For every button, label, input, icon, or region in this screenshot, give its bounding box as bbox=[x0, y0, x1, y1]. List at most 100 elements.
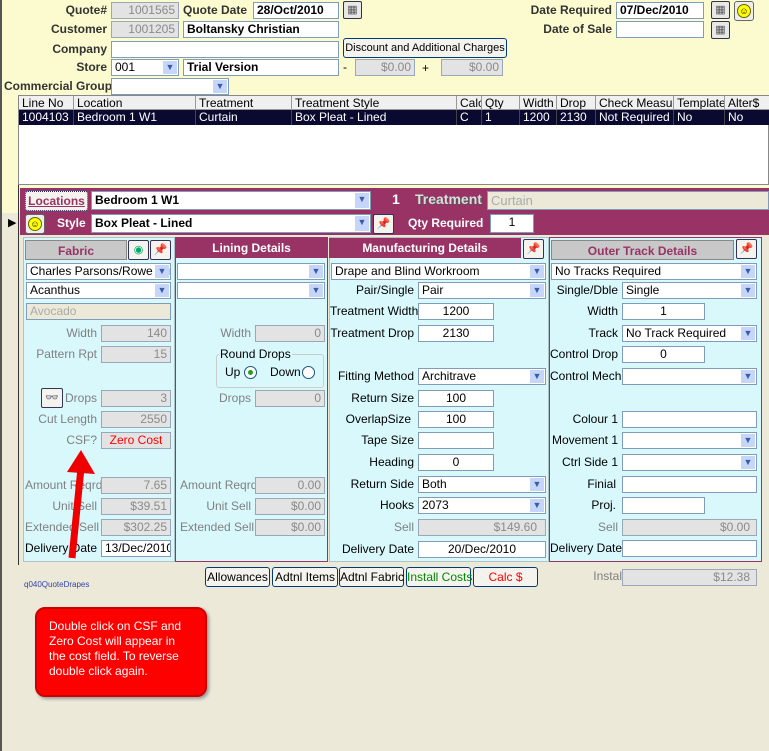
chevron-down-icon[interactable]: ▼ bbox=[355, 193, 369, 208]
table-cell[interactable]: 1200 bbox=[520, 110, 557, 125]
fabric-range-select[interactable]: Acanthus ▼ bbox=[26, 282, 171, 299]
tape-size-field[interactable] bbox=[418, 432, 494, 449]
chevron-down-icon[interactable]: ▼ bbox=[309, 265, 323, 278]
calendar-icon[interactable]: ▦ bbox=[343, 1, 362, 19]
chevron-down-icon[interactable]: ▼ bbox=[163, 61, 177, 74]
tracks-select[interactable]: No Tracks Required ▼ bbox=[551, 263, 757, 280]
install-costs-button[interactable]: Install Costs bbox=[406, 567, 472, 587]
chevron-down-icon[interactable]: ▼ bbox=[741, 327, 755, 340]
chevron-down-icon[interactable]: ▼ bbox=[530, 370, 544, 383]
chevron-down-icon[interactable]: ▼ bbox=[155, 265, 169, 278]
date-required-field[interactable]: 07/Dec/2010 bbox=[616, 2, 704, 19]
workroom-select[interactable]: Drape and Blind Workroom ▼ bbox=[331, 263, 546, 280]
col-header[interactable]: Line No bbox=[19, 96, 74, 110]
col-header[interactable]: Width bbox=[520, 96, 557, 110]
locations-button[interactable]: Locations bbox=[25, 191, 88, 211]
customer-name-field[interactable]: Boltansky Christian bbox=[183, 21, 339, 38]
col-header[interactable]: Template bbox=[674, 96, 725, 110]
calendar-icon[interactable]: ▦ bbox=[711, 21, 730, 39]
fabric-header-button[interactable]: Fabric bbox=[25, 240, 127, 260]
chevron-down-icon[interactable]: ▼ bbox=[741, 370, 755, 383]
ctrl-side-select[interactable]: ▼ bbox=[622, 454, 757, 471]
track-delivery-date-field[interactable] bbox=[622, 540, 757, 557]
chevron-down-icon[interactable]: ▼ bbox=[741, 284, 755, 297]
single-double-select[interactable]: Single ▼ bbox=[622, 282, 757, 299]
pin-icon[interactable]: 📌 bbox=[150, 240, 171, 260]
location-select[interactable]: Bedroom 1 W1 ▼ bbox=[91, 191, 371, 210]
fabric-delivery-date-field[interactable]: 13/Dec/2010 bbox=[101, 540, 171, 557]
store-select[interactable]: 001 ▼ bbox=[111, 59, 179, 76]
allowances-button[interactable]: Allowances bbox=[205, 567, 270, 587]
table-cell[interactable]: C bbox=[457, 110, 482, 125]
col-header[interactable]: Qty bbox=[482, 96, 520, 110]
control-mech-select[interactable]: ▼ bbox=[622, 368, 757, 385]
return-size-field[interactable]: 100 bbox=[418, 390, 494, 407]
col-header[interactable]: Check Measure bbox=[596, 96, 674, 110]
chevron-down-icon[interactable]: ▼ bbox=[530, 284, 544, 297]
table-cell[interactable]: 1004103 bbox=[19, 110, 74, 125]
globe-icon[interactable]: ◉ bbox=[128, 240, 149, 260]
chevron-down-icon[interactable]: ▼ bbox=[530, 478, 544, 491]
chevron-down-icon[interactable]: ▼ bbox=[741, 265, 755, 278]
manufacturing-delivery-date-field[interactable]: 20/Dec/2010 bbox=[418, 541, 546, 558]
fabric-supplier-select[interactable]: Charles Parsons/Rowe Au: ▼ bbox=[26, 263, 171, 280]
lines-grid[interactable]: Line No Location Treatment Treatment Sty… bbox=[18, 95, 769, 185]
movement-select[interactable]: ▼ bbox=[622, 432, 757, 449]
table-cell[interactable]: Box Pleat - Lined bbox=[292, 110, 457, 125]
lining-range-select[interactable]: ▼ bbox=[177, 282, 325, 299]
outer-track-header-button[interactable]: Outer Track Details bbox=[551, 240, 734, 260]
store-name-field[interactable]: Trial Version bbox=[183, 59, 339, 76]
chevron-down-icon[interactable]: ▼ bbox=[355, 216, 369, 231]
smiley-icon[interactable]: ☺ bbox=[25, 214, 45, 234]
fitting-method-select[interactable]: Architrave ▼ bbox=[418, 368, 546, 385]
chevron-down-icon[interactable]: ▼ bbox=[309, 284, 323, 297]
col-header[interactable]: Calc bbox=[457, 96, 482, 110]
proj-field[interactable] bbox=[622, 497, 705, 514]
pin-icon[interactable]: 📌 bbox=[736, 239, 757, 259]
pair-select[interactable]: Pair ▼ bbox=[418, 282, 546, 299]
round-up-radio[interactable] bbox=[244, 366, 257, 379]
table-cell[interactable]: Curtain bbox=[196, 110, 292, 125]
csf-field[interactable]: Zero Cost bbox=[101, 432, 171, 449]
chevron-down-icon[interactable]: ▼ bbox=[530, 499, 544, 512]
overlap-size-field[interactable]: 100 bbox=[418, 411, 494, 428]
chevron-down-icon[interactable]: ▼ bbox=[155, 284, 169, 297]
lining-supplier-select[interactable]: ▼ bbox=[177, 263, 325, 280]
calendar-icon[interactable]: ▦ bbox=[711, 1, 730, 19]
commercial-group-select[interactable]: ▼ bbox=[111, 78, 229, 95]
chevron-down-icon[interactable]: ▼ bbox=[530, 265, 544, 278]
chevron-down-icon[interactable]: ▼ bbox=[741, 456, 755, 469]
chevron-down-icon[interactable]: ▼ bbox=[213, 80, 227, 93]
track-width-field[interactable]: 1 bbox=[622, 303, 705, 320]
discount-charges-button[interactable]: Discount and Additional Charges bbox=[343, 38, 507, 58]
table-cell[interactable]: 1 bbox=[482, 110, 520, 125]
chevron-down-icon[interactable]: ▼ bbox=[741, 434, 755, 447]
track-select[interactable]: No Track Required ▼ bbox=[622, 325, 757, 342]
col-header[interactable]: Alter$ bbox=[725, 96, 769, 110]
treatment-width-field[interactable]: 1200 bbox=[418, 303, 494, 320]
table-cell[interactable]: No bbox=[725, 110, 769, 125]
table-cell[interactable]: No bbox=[674, 110, 725, 125]
date-of-sale-field[interactable] bbox=[616, 21, 704, 38]
smiley-icon[interactable]: ☺ bbox=[734, 1, 754, 21]
hooks-select[interactable]: 2073 ▼ bbox=[418, 497, 546, 514]
qty-field[interactable]: 1 bbox=[490, 214, 534, 233]
heading-field[interactable]: 0 bbox=[418, 454, 494, 471]
style-select[interactable]: Box Pleat - Lined ▼ bbox=[91, 214, 371, 233]
additional-items-button[interactable]: Adtnl Items bbox=[272, 567, 338, 587]
pin-icon[interactable]: 📌 bbox=[523, 239, 544, 259]
calc-button[interactable]: Calc $ bbox=[473, 567, 538, 587]
table-cell[interactable]: Bedroom 1 W1 bbox=[74, 110, 196, 125]
csf-label[interactable]: CSF? bbox=[25, 432, 97, 449]
col-header[interactable]: Location bbox=[74, 96, 196, 110]
finial-field[interactable] bbox=[622, 476, 757, 493]
table-cell[interactable]: 2130 bbox=[557, 110, 596, 125]
table-cell[interactable]: Not Required bbox=[596, 110, 674, 125]
col-header[interactable]: Treatment Style bbox=[292, 96, 457, 110]
control-drop-field[interactable]: 0 bbox=[622, 346, 705, 363]
return-side-select[interactable]: Both ▼ bbox=[418, 476, 546, 493]
round-down-radio[interactable] bbox=[302, 366, 315, 379]
colour-field[interactable] bbox=[622, 411, 757, 428]
pin-icon[interactable]: 📌 bbox=[373, 214, 394, 234]
additional-fabric-button[interactable]: Adtnl Fabric bbox=[339, 567, 404, 587]
